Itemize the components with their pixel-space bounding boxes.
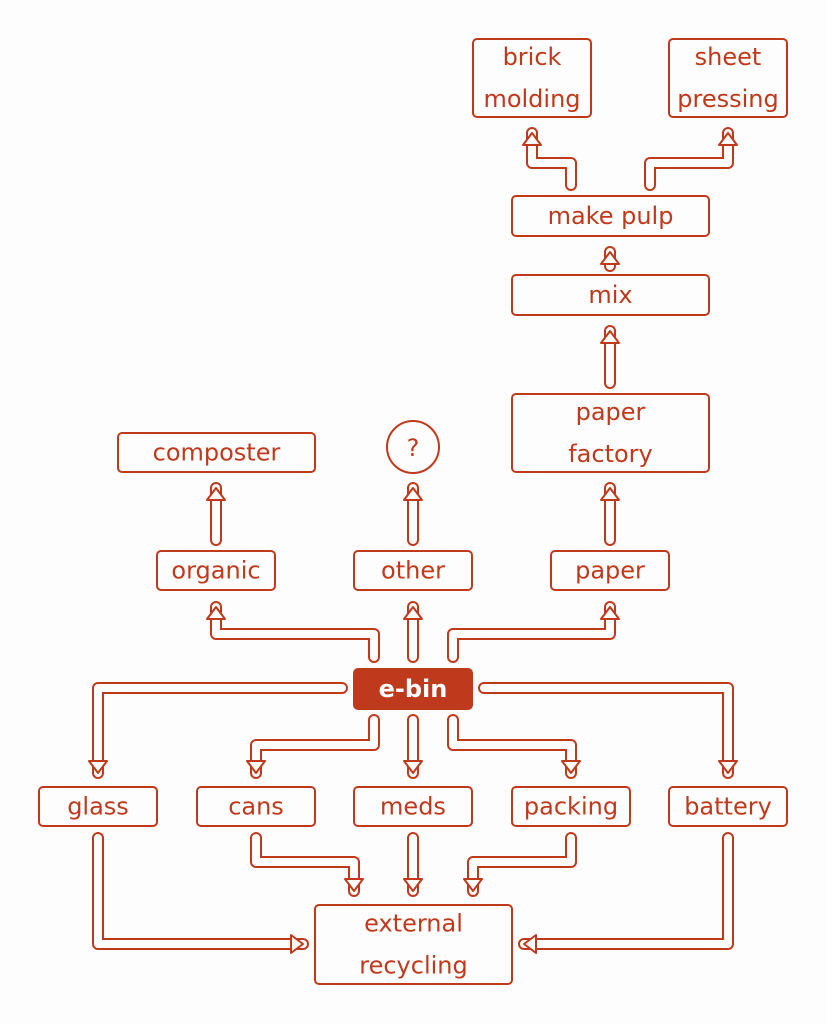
node-label: external bbox=[364, 910, 463, 938]
arrow-shaft bbox=[92, 682, 348, 779]
arrow-head bbox=[522, 132, 542, 146]
arrow-shaft bbox=[478, 682, 734, 779]
node-label: brick bbox=[503, 43, 562, 71]
arrow-head bbox=[403, 878, 423, 892]
arrow-packing-ext bbox=[463, 832, 577, 897]
node-composter: composter bbox=[117, 432, 316, 473]
node-battery: battery bbox=[668, 786, 788, 827]
arrow-cans-ext bbox=[250, 832, 364, 897]
node-label: recycling bbox=[359, 952, 467, 980]
node-ebin: e-bin bbox=[353, 668, 473, 710]
node-label: make pulp bbox=[548, 202, 674, 230]
node-paper-factory: paper factory bbox=[511, 393, 710, 473]
node-label: cans bbox=[228, 793, 284, 821]
arrow-shaft-inner bbox=[646, 129, 732, 189]
node-make-pulp: make pulp bbox=[511, 195, 710, 237]
node-mix: mix bbox=[511, 274, 710, 316]
arrow-pulp-sheet bbox=[644, 127, 738, 191]
arrow-shaft bbox=[518, 832, 734, 950]
node-label: mix bbox=[588, 281, 632, 309]
arrow-ebin-meds bbox=[403, 714, 423, 779]
arrow-factory-mix bbox=[600, 325, 620, 389]
node-label: meds bbox=[380, 793, 446, 821]
node-label: molding bbox=[483, 85, 580, 113]
arrow-mix-pulp bbox=[600, 246, 620, 272]
node-external-recycling: external recycling bbox=[314, 904, 513, 985]
node-label: sheet bbox=[695, 43, 762, 71]
arrow-shaft-inner bbox=[252, 716, 378, 777]
arrow-shaft-inner bbox=[252, 834, 358, 895]
node-label: paper bbox=[575, 557, 645, 585]
node-glass: glass bbox=[38, 786, 158, 827]
arrow-pulp-brick bbox=[522, 127, 577, 191]
node-other: other bbox=[353, 550, 473, 591]
node-label: battery bbox=[684, 793, 772, 821]
arrow-ebin-organic bbox=[206, 601, 380, 663]
arrow-head bbox=[206, 487, 226, 501]
arrow-head bbox=[344, 878, 364, 892]
node-label: composter bbox=[153, 439, 281, 467]
arrow-head bbox=[600, 330, 620, 344]
arrow-shaft-inner bbox=[449, 716, 575, 777]
arrow-ebin-cans bbox=[246, 714, 380, 779]
arrow-ebin-battery bbox=[478, 682, 738, 779]
node-label: paper bbox=[576, 398, 646, 426]
arrow-head bbox=[403, 606, 423, 620]
arrow-head bbox=[718, 760, 738, 774]
arrow-head bbox=[561, 760, 581, 774]
arrow-battery-ext bbox=[518, 832, 734, 954]
arrow-shaft-inner bbox=[212, 603, 378, 661]
arrow-head bbox=[600, 487, 620, 501]
node-cans: cans bbox=[196, 786, 316, 827]
arrow-shaft-inner bbox=[94, 834, 307, 948]
arrow-head bbox=[600, 251, 620, 265]
node-brick-molding: brick molding bbox=[472, 38, 592, 118]
node-label: organic bbox=[171, 557, 260, 585]
arrow-shaft-inner bbox=[449, 603, 614, 661]
arrow-ebin-packing bbox=[447, 714, 581, 779]
node-organic: organic bbox=[156, 550, 276, 591]
node-label: factory bbox=[568, 440, 653, 468]
arrow-shaft-inner bbox=[480, 684, 732, 777]
arrow-head bbox=[246, 760, 266, 774]
arrow-shaft-inner bbox=[94, 684, 346, 777]
edges bbox=[88, 127, 738, 954]
arrow-shaft bbox=[92, 832, 309, 950]
arrow-ebin-paper bbox=[447, 601, 620, 663]
arrow-meds-ext bbox=[403, 832, 423, 897]
question-mark-icon: ? bbox=[407, 434, 420, 462]
arrow-paper-factory bbox=[600, 482, 620, 546]
node-label: other bbox=[381, 557, 445, 585]
arrow-other-unknown bbox=[403, 482, 423, 546]
arrow-shaft-inner bbox=[469, 834, 575, 895]
arrow-glass-ext bbox=[92, 832, 309, 954]
arrow-ebin-glass bbox=[88, 682, 348, 779]
node-meds: meds bbox=[353, 786, 473, 827]
arrow-organic-composter bbox=[206, 482, 226, 546]
arrow-head bbox=[88, 760, 108, 774]
arrow-head bbox=[463, 878, 483, 892]
arrow-head bbox=[403, 487, 423, 501]
node-sheet-pressing: sheet pressing bbox=[668, 38, 788, 118]
node-packing: packing bbox=[511, 786, 631, 827]
arrow-head bbox=[600, 606, 620, 620]
arrow-head bbox=[206, 606, 226, 620]
arrow-head bbox=[523, 934, 537, 954]
node-label: glass bbox=[67, 793, 129, 821]
node-label: packing bbox=[524, 793, 618, 821]
node-label: e-bin bbox=[379, 675, 448, 703]
node-paper: paper bbox=[550, 550, 670, 591]
arrow-head bbox=[290, 934, 304, 954]
node-unknown: ? bbox=[386, 420, 440, 474]
arrow-ebin-other bbox=[403, 601, 423, 663]
arrow-shaft-inner bbox=[520, 834, 732, 948]
waste-sorting-diagram: brick molding sheet pressing make pulp mix pap… bbox=[38, 38, 788, 985]
arrow-head bbox=[718, 132, 738, 146]
node-label: pressing bbox=[677, 85, 778, 113]
arrow-head bbox=[403, 760, 423, 774]
